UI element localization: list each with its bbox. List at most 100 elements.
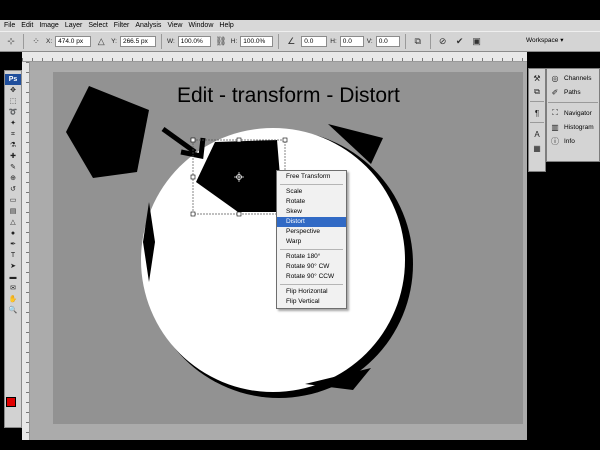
transform-handle[interactable]	[190, 174, 196, 180]
vskew-field[interactable]: 0.0	[375, 36, 400, 47]
arrow-shaft	[161, 126, 197, 155]
gradient-tool-icon[interactable]: ▤	[5, 206, 21, 217]
w-label: W:	[166, 38, 175, 45]
height-field[interactable]: 100.0%	[240, 36, 274, 47]
x-field[interactable]: 474.0 px	[55, 36, 92, 47]
styles-icon[interactable]: ▦	[531, 142, 543, 154]
angle-field[interactable]: 0.0	[301, 36, 328, 47]
navigator-icon: ⛶	[552, 108, 558, 117]
camera-icon[interactable]: ▣	[470, 35, 484, 49]
channels-panel-button[interactable]: ◎ Channels	[547, 71, 599, 85]
options-separator	[404, 34, 406, 49]
paragraph-icon[interactable]: ¶	[531, 107, 543, 119]
history-brush-tool-icon[interactable]: ↺	[5, 184, 21, 195]
menu-select[interactable]: Select	[88, 22, 107, 29]
cancel-transform-icon[interactable]: ⊘	[436, 35, 450, 49]
notes-tool-icon[interactable]: ✉	[5, 283, 21, 294]
hskew-field[interactable]: 0.0	[339, 36, 364, 47]
options-separator	[429, 34, 431, 49]
menu-item-scale[interactable]: Scale	[277, 187, 346, 197]
eraser-tool-icon[interactable]: ▭	[5, 195, 21, 206]
brush-tool-icon[interactable]: ✎	[5, 162, 21, 173]
foreground-color-swatch[interactable]	[6, 397, 16, 407]
menu-image[interactable]: Image	[39, 22, 58, 29]
menu-view[interactable]: View	[167, 22, 182, 29]
transform-handle[interactable]	[190, 137, 196, 143]
options-separator	[23, 34, 24, 49]
hskew-label: H:	[330, 38, 337, 45]
clone-stamp-tool-icon[interactable]: ⊕	[5, 173, 21, 184]
reference-point-icon[interactable]: ⁘	[29, 35, 43, 49]
rotate-icon: ∠	[287, 36, 296, 46]
width-field[interactable]: 100.0%	[177, 36, 211, 47]
navigator-panel-button[interactable]: ⛶ Navigator	[547, 106, 599, 120]
navigator-label: Navigator	[564, 109, 592, 117]
menu-separator	[280, 249, 343, 250]
menu-item-rotate[interactable]: Rotate	[277, 197, 346, 207]
pentagon-shape[interactable]	[66, 86, 149, 178]
paths-icon: ✐	[551, 87, 559, 97]
workspace-button[interactable]: Workspace ▾	[526, 36, 563, 44]
left-ruler	[22, 62, 30, 440]
menu-item-free-transform[interactable]: Free Transform	[277, 172, 346, 182]
menu-edit[interactable]: Edit	[21, 22, 33, 29]
menu-item-flip-horizontal[interactable]: Flip Horizontal	[277, 287, 346, 297]
menu-item-rotate-90-cw[interactable]: Rotate 90° CW	[277, 262, 346, 272]
relative-position-icon[interactable]: △	[94, 35, 108, 49]
dodge-tool-icon[interactable]: ●	[5, 228, 21, 239]
menu-analysis[interactable]: Analysis	[135, 22, 161, 29]
panel-divider	[548, 102, 598, 103]
paths-panel-button[interactable]: ✐ Paths	[547, 85, 599, 99]
layer-comps-icon[interactable]: ⧉	[531, 86, 543, 98]
lasso-tool-icon[interactable]: ➰	[5, 107, 21, 118]
menu-file[interactable]: File	[4, 22, 15, 29]
pen-tool-icon[interactable]: ✒	[5, 239, 21, 250]
marquee-tool-icon[interactable]: ⬚	[5, 96, 21, 107]
menu-item-rotate-180[interactable]: Rotate 180°	[277, 252, 346, 262]
path-selection-tool-icon[interactable]: ➤	[5, 261, 21, 272]
menu-window[interactable]: Window	[188, 22, 213, 29]
menu-item-distort[interactable]: Distort	[277, 217, 346, 227]
histogram-panel-button[interactable]: ▥ Histogram	[547, 120, 599, 134]
options-bar: ⊹ ⁘ X: 474.0 px △ Y: 266.5 px W: 100.0% …	[0, 31, 600, 52]
y-label: Y:	[111, 38, 117, 45]
transform-tool-icon[interactable]: ⊹	[4, 35, 18, 49]
warp-mode-icon[interactable]: ⧉	[411, 35, 425, 49]
transform-handle[interactable]	[236, 211, 242, 217]
transform-handle[interactable]	[282, 137, 288, 143]
paths-label: Paths	[564, 88, 581, 96]
magic-wand-tool-icon[interactable]: ✦	[5, 118, 21, 129]
link-icon[interactable]: ⛓	[214, 35, 228, 49]
menu-filter[interactable]: Filter	[114, 22, 130, 29]
menu-item-warp[interactable]: Warp	[277, 237, 346, 247]
type-tool-icon[interactable]: T	[5, 250, 21, 261]
menu-bar: File Edit Image Layer Select Filter Anal…	[0, 20, 600, 31]
menu-item-rotate-90-ccw[interactable]: Rotate 90° CCW	[277, 272, 346, 282]
menu-item-perspective[interactable]: Perspective	[277, 227, 346, 237]
character-icon[interactable]: A	[531, 128, 543, 140]
menu-help[interactable]: Help	[219, 22, 233, 29]
commit-transform-icon[interactable]: ✔	[453, 35, 467, 49]
panel-divider	[530, 101, 544, 102]
menu-layer[interactable]: Layer	[65, 22, 83, 29]
transform-handle[interactable]	[236, 137, 242, 143]
zoom-tool-icon[interactable]: 🔍	[5, 305, 21, 316]
menu-separator	[280, 184, 343, 185]
move-tool-icon[interactable]: ✥	[5, 85, 21, 96]
transform-handle[interactable]	[190, 211, 196, 217]
blur-tool-icon[interactable]: △	[5, 217, 21, 228]
tool-presets-icon[interactable]: ⚒	[531, 72, 543, 84]
vskew-label: V:	[366, 38, 373, 45]
crop-tool-icon[interactable]: ⌗	[5, 129, 21, 140]
panel-divider	[530, 122, 544, 123]
y-field[interactable]: 266.5 px	[119, 36, 156, 47]
panel-dock: ◎ Channels ✐ Paths ⛶ Navigator ▥ Histogr…	[546, 68, 600, 162]
hand-tool-icon[interactable]: ✋	[5, 294, 21, 305]
menu-item-skew[interactable]: Skew	[277, 207, 346, 217]
tools-panel: Ps ✥ ⬚ ➰ ✦ ⌗ ⚗ ✚ ✎ ⊕ ↺ ▭ ▤ △ ● ✒ T ➤ ▬ ✉…	[4, 70, 22, 428]
eyedropper-tool-icon[interactable]: ⚗	[5, 140, 21, 151]
shape-tool-icon[interactable]: ▬	[5, 272, 21, 283]
info-panel-button[interactable]: ⓘ Info	[547, 134, 599, 148]
healing-tool-icon[interactable]: ✚	[5, 151, 21, 162]
menu-item-flip-vertical[interactable]: Flip Vertical	[277, 297, 346, 307]
